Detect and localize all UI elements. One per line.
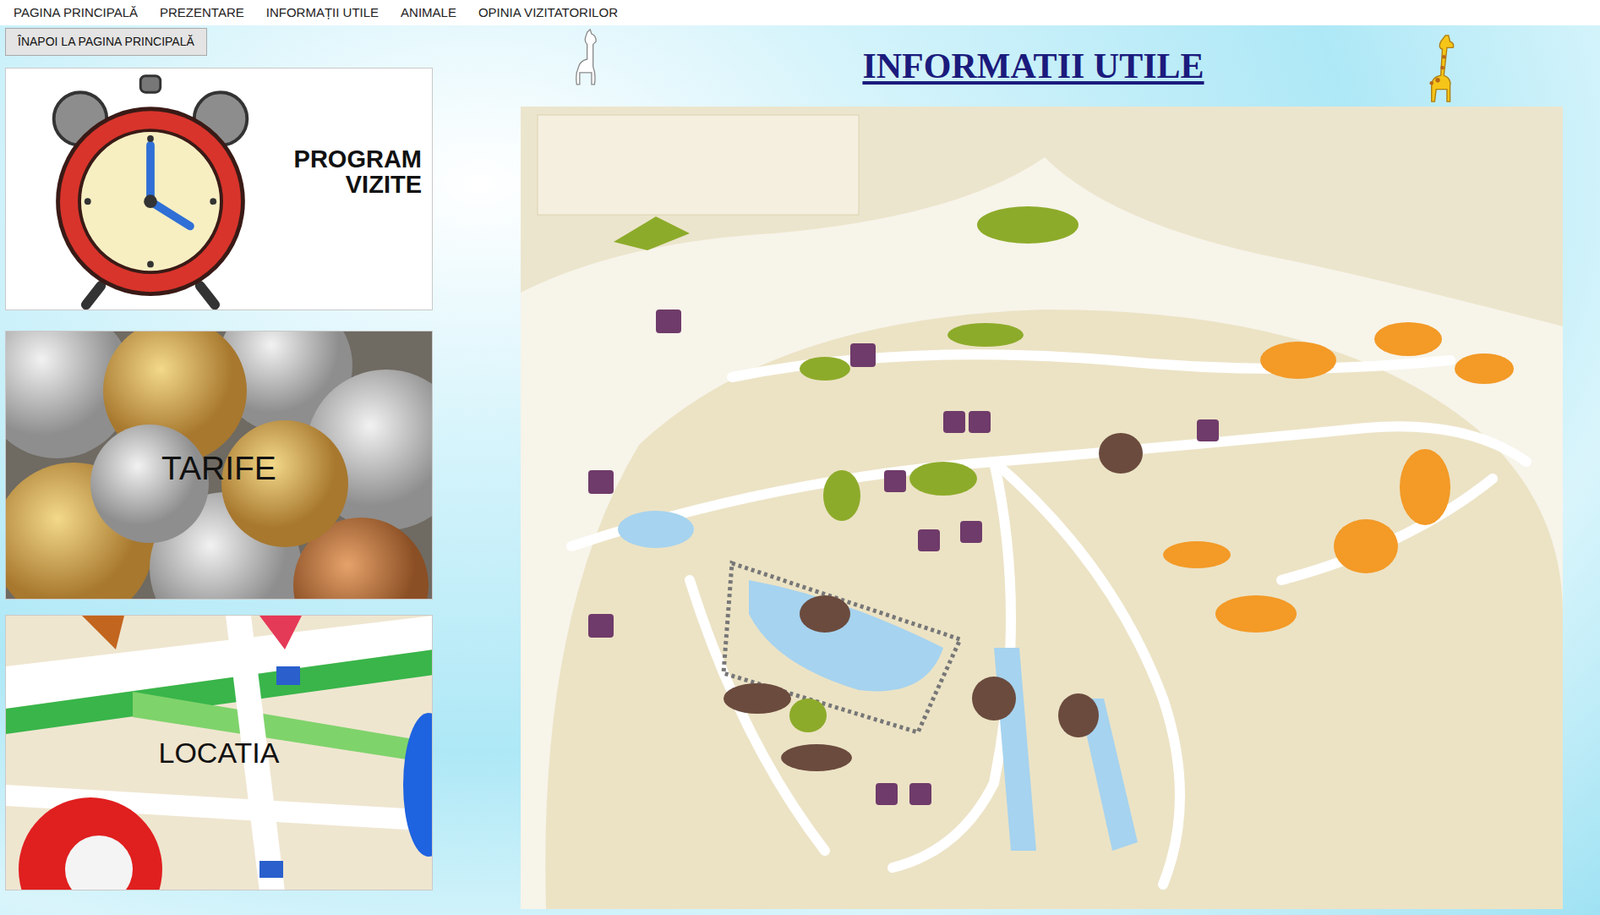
info-card[interactable]: TARIFE	[5, 330, 433, 600]
nav-item[interactable]: PAGINA PRINCIPALĂ	[13, 3, 138, 23]
info-card[interactable]: LOCATIA	[5, 614, 433, 891]
top-nav: PAGINA PRINCIPALĂ PREZENTARE INFORMAȚII UT…	[0, 0, 1600, 26]
title-row: INFORMATII UTILE	[520, 25, 1563, 107]
nav-item[interactable]: PREZENTARE	[159, 3, 245, 23]
clock-icon	[43, 68, 258, 310]
right-area: INFORMATII UTILE	[434, 25, 1600, 915]
card-label: PROGRAM VIZITE	[278, 146, 422, 198]
card-label: LOCATIA	[5, 615, 432, 890]
llama-icon	[566, 28, 604, 90]
nav-item[interactable]: INFORMAȚII UTILE	[266, 3, 379, 23]
left-column: ÎNAPOI LA PAGINA PRINCIPALĂ PROGRAM VIZIT…	[0, 25, 435, 915]
giraffe-icon	[1414, 33, 1462, 104]
back-row: ÎNAPOI LA PAGINA PRINCIPALĂ	[5, 27, 435, 56]
back-button[interactable]: ÎNAPOI LA PAGINA PRINCIPALĂ	[5, 27, 208, 56]
nav-item[interactable]: OPINIA VIZITATORILOR	[478, 3, 618, 23]
page-title: INFORMATII UTILE	[862, 48, 1204, 84]
main: ÎNAPOI LA PAGINA PRINCIPALĂ PROGRAM VIZIT…	[0, 25, 1600, 915]
zoo-map-picture	[520, 106, 1563, 909]
info-card[interactable]: PROGRAM VIZITE	[5, 67, 433, 311]
card-label: TARIFE	[5, 331, 432, 599]
nav-item[interactable]: ANIMALE	[400, 3, 457, 23]
